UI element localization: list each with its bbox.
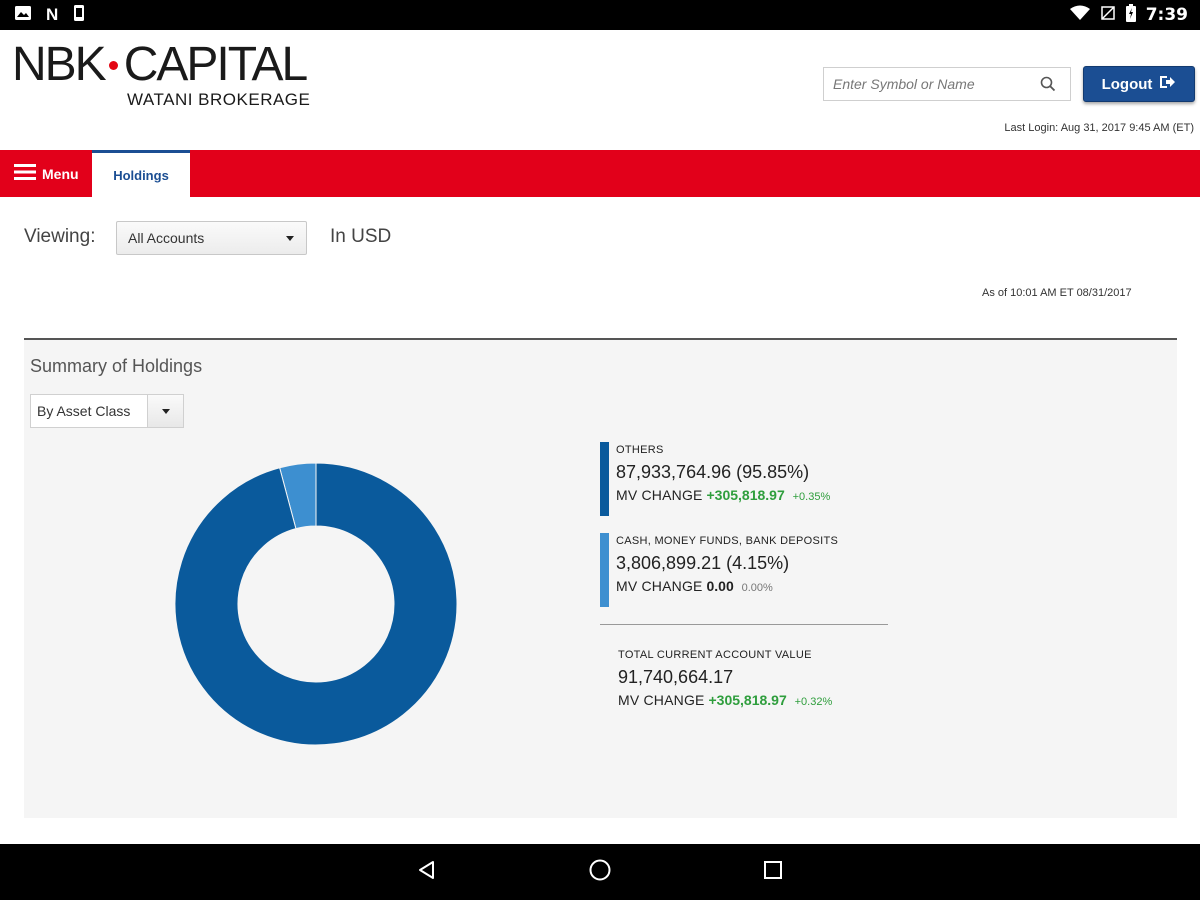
battery-icon (1125, 3, 1136, 27)
holdings-legend: OTHERS 87,933,764.96 (95.85%) MV CHANGE … (600, 442, 890, 708)
mv-change-percent: 0.00% (741, 582, 773, 594)
back-icon[interactable] (416, 859, 438, 886)
legend-item-name: CASH, MONEY FUNDS, BANK DEPOSITS (616, 535, 839, 547)
summary-panel: Summary of Holdings By Asset Class OTHER… (24, 338, 1177, 818)
legend-item-mv-change: MV CHANGE 0.00 0.00% (616, 578, 890, 594)
mv-change-label: MV CHANGE (618, 692, 705, 708)
legend-item-cash: CASH, MONEY FUNDS, BANK DEPOSITS 3,806,8… (600, 533, 890, 607)
mv-change-value: 0.00 (706, 578, 734, 594)
mv-change-percent: +0.32% (794, 696, 833, 708)
holdings-donut-chart (174, 462, 458, 746)
logo-subtitle: WATANI BROKERAGE (127, 90, 311, 109)
nbk-capital-logo[interactable]: NBK CAPITAL WATANI BROKERAGE (12, 40, 312, 110)
legend-divider (600, 624, 888, 625)
legend-item-value: 3,806,899.21 (4.15%) (616, 553, 790, 573)
chevron-down-icon (286, 235, 294, 241)
menu-button[interactable]: Menu (14, 150, 79, 197)
system-nav-bar (0, 844, 1200, 900)
mv-change-value: +305,818.97 (708, 692, 787, 708)
group-by-value: By Asset Class (37, 403, 131, 419)
total-mv-change: MV CHANGE +305,818.97 +0.32% (618, 692, 890, 708)
mv-change-percent: +0.35% (792, 491, 831, 503)
donut-slice-others[interactable] (174, 462, 458, 746)
no-signal-icon (1100, 5, 1116, 26)
logout-button[interactable]: Logout (1083, 66, 1195, 102)
status-bar: N 7:39 (0, 0, 1200, 30)
chevron-down-icon (161, 408, 170, 414)
tab-holdings[interactable]: Holdings (92, 150, 190, 197)
symbol-search (823, 67, 1071, 101)
total-account-value: TOTAL CURRENT ACCOUNT VALUE 91,740,664.1… (600, 647, 890, 708)
search-icon[interactable] (1034, 69, 1062, 99)
header: NBK CAPITAL WATANI BROKERAGE Logout Last… (0, 30, 1200, 150)
group-by-dropdown-button[interactable] (147, 395, 183, 427)
last-login-text: Last Login: Aug 31, 2017 9:45 AM (ET) (1004, 122, 1194, 134)
legend-item-others: OTHERS 87,933,764.96 (95.85%) MV CHANGE … (600, 442, 890, 516)
logo-name-right: CAPITAL (123, 38, 308, 91)
total-value: 91,740,664.17 (618, 667, 734, 687)
viewing-label: Viewing: (24, 226, 96, 247)
logo-name-left: NBK (12, 38, 107, 91)
home-icon[interactable] (588, 858, 612, 887)
mv-change-label: MV CHANGE (616, 578, 703, 594)
image-notification-icon (14, 4, 32, 27)
clock: 7:39 (1145, 5, 1188, 25)
legend-color-bar (600, 533, 609, 607)
wifi-icon (1069, 5, 1090, 26)
account-select[interactable]: All Accounts (116, 221, 307, 255)
legend-color-bar (600, 442, 609, 516)
search-input[interactable] (824, 69, 1034, 99)
account-select-value: All Accounts (128, 230, 205, 246)
menu-label: Menu (42, 165, 79, 182)
as-of-timestamp: As of 10:01 AM ET 08/31/2017 (982, 287, 1132, 299)
mv-change-label: MV CHANGE (616, 487, 703, 503)
main-nav: Menu Holdings (0, 150, 1200, 197)
logout-label: Logout (1101, 75, 1153, 93)
legend-item-mv-change: MV CHANGE +305,818.97 +0.35% (616, 487, 890, 503)
hamburger-icon (14, 163, 36, 184)
logout-icon (1158, 74, 1176, 94)
recents-icon[interactable] (762, 859, 784, 886)
legend-item-name: OTHERS (616, 444, 664, 456)
currency-label: In USD (330, 226, 392, 247)
phone-notification-icon (72, 4, 86, 27)
legend-item-value: 87,933,764.96 (95.85%) (616, 462, 810, 482)
panel-title: Summary of Holdings (30, 356, 203, 376)
group-by-select[interactable]: By Asset Class (30, 394, 184, 428)
total-label: TOTAL CURRENT ACCOUNT VALUE (618, 649, 812, 661)
logo-dot (108, 60, 118, 70)
mv-change-value: +305,818.97 (706, 487, 785, 503)
n-notification-icon: N (46, 5, 59, 24)
